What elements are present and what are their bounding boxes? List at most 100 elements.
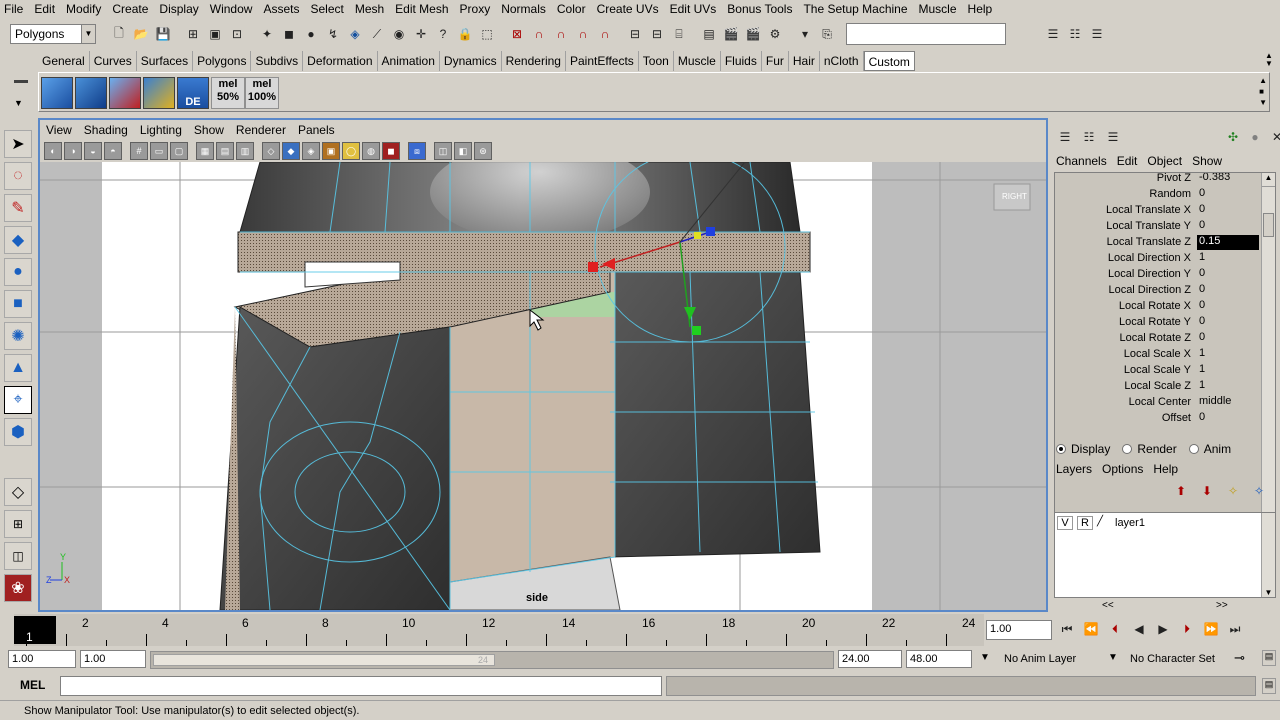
menu-item-color[interactable]: Color	[557, 2, 586, 16]
mask-surfaces-icon[interactable]: ↯	[324, 25, 342, 43]
shelf-body-scroll-icon[interactable]: ▲ ■ ▼	[1259, 75, 1267, 108]
move-layer-down-icon[interactable]: ⬇	[1198, 482, 1216, 500]
layer-visibility-toggle[interactable]: V	[1057, 516, 1073, 530]
layer-nav-left[interactable]: <<	[1102, 600, 1114, 611]
channel-row[interactable]: Local Scale X1	[1055, 347, 1255, 363]
use-all-lights-icon[interactable]: ◯	[342, 142, 360, 160]
shelf-scroll-icon[interactable]: ▲ ▼	[1265, 52, 1273, 68]
shelf-extrude-icon[interactable]	[143, 77, 175, 109]
menu-item-the-setup-machine[interactable]: The Setup Machine	[803, 2, 907, 16]
menu-item-help[interactable]: Help	[968, 2, 993, 16]
channel-value[interactable]: 0	[1197, 219, 1259, 234]
channel-value[interactable]: -0.383	[1197, 173, 1259, 186]
bookmarks-icon[interactable]: ◒	[84, 142, 102, 160]
paint-select-tool-icon[interactable]: ✎	[4, 194, 32, 222]
layer-nav-right[interactable]: >>	[1216, 600, 1228, 611]
mask-handles-icon[interactable]: ✦	[258, 25, 276, 43]
channel-value[interactable]: 0	[1197, 331, 1259, 346]
open-scene-icon[interactable]: 📂	[132, 25, 150, 43]
channel-value[interactable]: 0.15	[1197, 235, 1259, 250]
shelf-tab-subdivs[interactable]: Subdivs	[251, 51, 304, 71]
panel-menu-show[interactable]: Show	[194, 123, 224, 137]
channel-value[interactable]: 1	[1197, 251, 1259, 266]
select-component-icon[interactable]: ⊡	[228, 25, 246, 43]
channel-row[interactable]: Local Rotate Y0	[1055, 315, 1255, 331]
channel-row[interactable]: Random 0	[1055, 187, 1255, 203]
channel-box-toggle-icon[interactable]: ☰	[1088, 25, 1106, 43]
gate-mask-icon[interactable]: ▦	[196, 142, 214, 160]
shelf-tab-rendering[interactable]: Rendering	[502, 51, 566, 71]
menuset-dropdown[interactable]: Polygons ▼	[10, 24, 96, 44]
snap-view-plane-icon[interactable]: ∩	[574, 25, 592, 43]
command-input[interactable]	[60, 676, 662, 696]
playback-start-field[interactable]: 1.00	[80, 650, 146, 668]
channel-row[interactable]: Local Translate Z 0.15	[1055, 235, 1259, 251]
tool-settings-icon[interactable]: ☷	[1066, 25, 1084, 43]
new-layer-icon[interactable]: ✧	[1224, 482, 1242, 500]
menu-item-display[interactable]: Display	[159, 2, 198, 16]
channel-row[interactable]: Local Direction X1	[1055, 251, 1255, 267]
shelf-tab-custom[interactable]: Custom	[863, 51, 915, 71]
render-view-icon[interactable]: ▤	[700, 25, 718, 43]
select-object-icon[interactable]: ▣	[206, 25, 224, 43]
save-scene-icon[interactable]: 💾	[154, 25, 172, 43]
channel-menu-show[interactable]: Show	[1192, 154, 1222, 168]
channel-value[interactable]: 0	[1197, 203, 1259, 218]
menu-item-select[interactable]: Select	[310, 2, 343, 16]
render-radio[interactable]: Render	[1122, 442, 1177, 456]
snap-point-icon[interactable]: ∩	[552, 25, 570, 43]
command-language-label[interactable]: MEL	[20, 678, 45, 692]
lock-selection-icon[interactable]: 🔒	[456, 25, 474, 43]
attribute-editor-icon[interactable]: ☰	[1044, 25, 1062, 43]
wireframe-icon[interactable]: ◇	[262, 142, 280, 160]
menu-item-edit-mesh[interactable]: Edit Mesh	[395, 2, 448, 16]
universal-manip-icon[interactable]: ✺	[4, 322, 32, 350]
rotate-tool-icon[interactable]: ●	[4, 258, 32, 286]
layer-menu-help[interactable]: Help	[1153, 462, 1178, 476]
last-tool-icon[interactable]: ⬢	[4, 418, 32, 446]
show-channel-layer-icon[interactable]: ☷	[1080, 128, 1098, 146]
show-channel-box-icon[interactable]: ☰	[1056, 128, 1074, 146]
channel-menu-edit[interactable]: Edit	[1117, 154, 1138, 168]
render-settings-icon[interactable]: ⚙	[766, 25, 784, 43]
shelf-split-icon[interactable]	[109, 77, 141, 109]
shelf-tab-toon[interactable]: Toon	[639, 51, 674, 71]
play-forwards-icon[interactable]: ▶	[1154, 620, 1172, 638]
step-back-frame-icon[interactable]: ⏪	[1082, 620, 1100, 638]
channel-row[interactable]: Local Center middle	[1055, 395, 1255, 411]
channel-row[interactable]: Pivot Z -0.383	[1055, 173, 1255, 187]
grid-toggle-icon[interactable]: #	[130, 142, 148, 160]
input-ops-icon[interactable]: ⊟	[626, 25, 644, 43]
panel-menu-lighting[interactable]: Lighting	[140, 123, 182, 137]
channel-menu-object[interactable]: Object	[1147, 154, 1182, 168]
frame-selected-icon[interactable]: ⧈	[408, 142, 426, 160]
channel-row[interactable]: Local Translate X0	[1055, 203, 1255, 219]
channel-value[interactable]: 0	[1197, 267, 1259, 282]
end-time-field[interactable]: 48.00	[906, 650, 972, 668]
quick-selection-input[interactable]	[846, 23, 1006, 45]
channel-value[interactable]: 1	[1197, 379, 1259, 394]
smooth-shade-icon[interactable]: ◆	[282, 142, 300, 160]
panel-menu-view[interactable]: View	[46, 123, 72, 137]
step-forward-key-icon[interactable]: ⏵	[1178, 620, 1196, 638]
construction-history-icon[interactable]: ⌸	[670, 25, 688, 43]
current-frame-marker[interactable]: 1	[14, 616, 56, 644]
select-hierarchy-icon[interactable]: ⊞	[184, 25, 202, 43]
panel-menu-shading[interactable]: Shading	[84, 123, 128, 137]
scroll-up-icon[interactable]: ▲	[1262, 173, 1275, 187]
channel-row[interactable]: Local Scale Z1	[1055, 379, 1255, 395]
textured-icon[interactable]: ▣	[322, 142, 340, 160]
hypershade-layout-icon[interactable]: ❀	[4, 574, 32, 602]
channel-row[interactable]: Local Direction Y0	[1055, 267, 1255, 283]
shelf-tab-muscle[interactable]: Muscle	[674, 51, 721, 71]
menu-item-window[interactable]: Window	[210, 2, 253, 16]
play-backwards-icon[interactable]: ◀	[1130, 620, 1148, 638]
menu-item-modify[interactable]: Modify	[66, 2, 101, 16]
anim-layer-dropdown[interactable]: No Anim Layer	[1000, 650, 1108, 668]
manipulators-icon[interactable]: ✣	[1224, 128, 1242, 146]
xray-joints-icon[interactable]: ◧	[454, 142, 472, 160]
channel-row[interactable]: Local Scale Y1	[1055, 363, 1255, 379]
select-camera-icon[interactable]: ◐	[44, 142, 62, 160]
current-time-field[interactable]: 1.00	[986, 620, 1052, 640]
playback-end-field[interactable]: 24.00	[838, 650, 902, 668]
